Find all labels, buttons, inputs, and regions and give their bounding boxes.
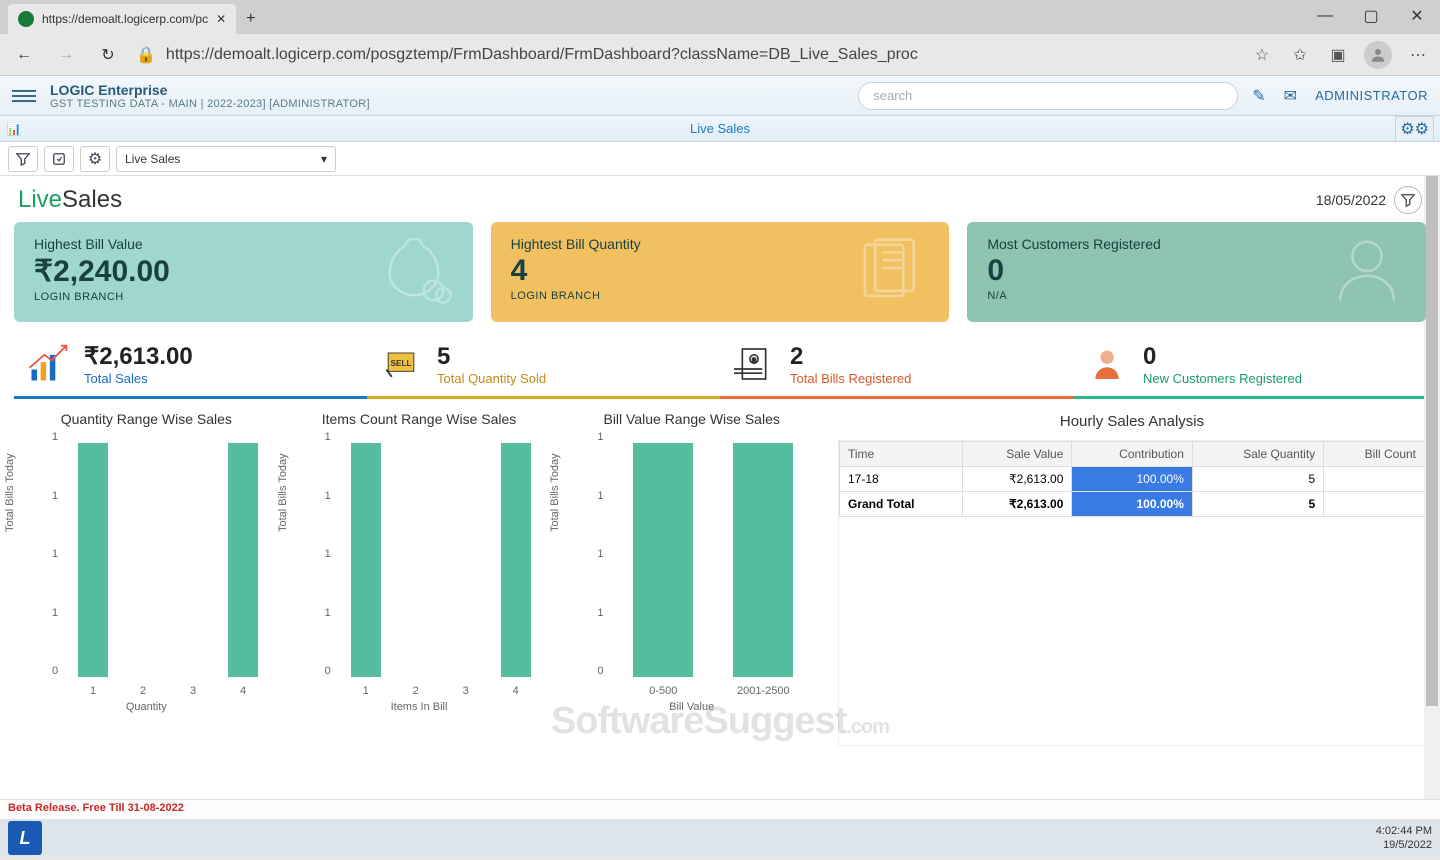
favorites-bar-icon[interactable]: ✩: [1288, 43, 1312, 67]
view-selector[interactable]: Live Sales ▾: [116, 146, 336, 172]
receipt-icon: $: [732, 342, 776, 386]
user-icon: [1085, 342, 1129, 386]
app-title: LOGIC Enterprise: [50, 82, 370, 98]
hourly-table: TimeSale ValueContributionSale QuantityB…: [838, 440, 1426, 746]
svg-text:$: $: [752, 357, 756, 364]
table-row[interactable]: 17-18₹2,613.00100.00%5: [840, 467, 1425, 492]
browser-tab[interactable]: https://demoalt.logicerp.com/pc ✕: [8, 4, 236, 34]
tab-favicon: [18, 11, 34, 27]
table-header: Sale Quantity: [1192, 442, 1323, 467]
more-menu-icon[interactable]: ⋯: [1406, 43, 1430, 67]
vertical-scrollbar[interactable]: [1424, 176, 1440, 799]
stat-new-customers: 0New Customers Registered: [1073, 336, 1426, 396]
taskbar-app-icon[interactable]: L: [8, 821, 42, 855]
money-bag-icon: [375, 232, 453, 315]
hourly-table-title: Hourly Sales Analysis: [838, 413, 1426, 430]
table-header: Time: [840, 442, 963, 467]
table-header: Sale Value: [963, 442, 1072, 467]
table-header: Bill Count: [1324, 442, 1425, 467]
date-filter-button[interactable]: [1394, 186, 1422, 214]
kpi-most-customers: Most Customers Registered 0 N/A: [967, 222, 1426, 322]
admin-label[interactable]: ADMINISTRATOR: [1315, 88, 1428, 103]
back-button[interactable]: ←: [10, 41, 38, 69]
tab-title: https://demoalt.logicerp.com/pc: [42, 12, 208, 26]
table-header: Contribution: [1072, 442, 1192, 467]
hamburger-menu-button[interactable]: [12, 84, 36, 108]
bar: [633, 443, 693, 677]
chart-0: Quantity Range Wise SalesTotal Bills Tod…: [14, 411, 279, 746]
stat-total-bills: $ 2Total Bills Registered: [720, 336, 1073, 396]
date-display: 18/05/2022: [1316, 192, 1386, 208]
chart-title: Items Count Range Wise Sales: [287, 411, 552, 427]
magic-wand-icon[interactable]: ✎: [1252, 86, 1265, 106]
settings-button[interactable]: ⚙: [80, 146, 110, 172]
app-subtitle: GST TESTING DATA - MAIN | 2022-2023] [AD…: [50, 98, 370, 110]
url-text: https://demoalt.logicerp.com/posgztemp/F…: [166, 46, 918, 64]
taskbar: L 4:02:44 PM 19/5/2022: [0, 819, 1440, 857]
filter-button[interactable]: [8, 146, 38, 172]
kpi-highest-bill-value: Highest Bill Value ₹2,240.00 LOGIN BRANC…: [14, 222, 473, 322]
window-maximize-button[interactable]: ▢: [1348, 0, 1394, 32]
profile-avatar[interactable]: [1364, 41, 1392, 69]
page-title: LiveSales: [18, 186, 122, 214]
bar: [733, 443, 793, 677]
table-total-row: Grand Total₹2,613.00100.00%5: [840, 492, 1425, 517]
bar: [78, 443, 108, 677]
bar: [228, 443, 258, 677]
window-close-button[interactable]: ✕: [1394, 0, 1440, 32]
growth-chart-icon: [26, 342, 70, 386]
new-tab-button[interactable]: +: [236, 4, 265, 34]
bar: [501, 443, 531, 677]
forward-button[interactable]: →: [52, 41, 80, 69]
collections-icon[interactable]: ▣: [1326, 43, 1350, 67]
beta-release-banner: Beta Release. Free Till 31-08-2022: [0, 799, 1440, 819]
chart-icon[interactable]: 📊: [0, 122, 28, 136]
refresh-button[interactable]: ↻: [94, 41, 122, 69]
app-header: LOGIC Enterprise GST TESTING DATA - MAIN…: [0, 76, 1440, 116]
chevron-down-icon: ▾: [321, 152, 327, 166]
sell-tag-icon: SELL: [379, 342, 423, 386]
kpi-highest-bill-qty: Hightest Bill Quantity 4 LOGIN BRANCH: [491, 222, 950, 322]
address-bar[interactable]: 🔒 https://demoalt.logicerp.com/posgztemp…: [136, 45, 1236, 65]
page-tab-label[interactable]: Live Sales: [690, 121, 750, 136]
stat-total-qty: SELL 5Total Quantity Sold: [367, 336, 720, 396]
refresh-data-button[interactable]: [44, 146, 74, 172]
person-icon: [1328, 232, 1406, 315]
chart-title: Bill Value Range Wise Sales: [559, 411, 824, 427]
chart-1: Items Count Range Wise SalesTotal Bills …: [287, 411, 552, 746]
documents-icon: [847, 232, 929, 319]
mail-icon[interactable]: ✉: [1284, 86, 1297, 106]
chart-2: Bill Value Range Wise SalesTotal Bills T…: [559, 411, 824, 746]
lock-icon: 🔒: [136, 45, 156, 65]
chart-title: Quantity Range Wise Sales: [14, 411, 279, 427]
stat-total-sales: ₹2,613.00Total Sales: [14, 336, 367, 396]
bar: [351, 443, 381, 677]
tab-close-icon[interactable]: ✕: [216, 12, 226, 26]
window-minimize-button[interactable]: —: [1302, 0, 1348, 32]
taskbar-clock: 4:02:44 PM 19/5/2022: [1376, 824, 1432, 853]
svg-text:SELL: SELL: [390, 359, 411, 368]
page-settings-icon[interactable]: ⚙⚙: [1395, 116, 1434, 142]
favorite-star-icon[interactable]: ☆: [1250, 43, 1274, 67]
search-input[interactable]: search: [858, 82, 1238, 110]
